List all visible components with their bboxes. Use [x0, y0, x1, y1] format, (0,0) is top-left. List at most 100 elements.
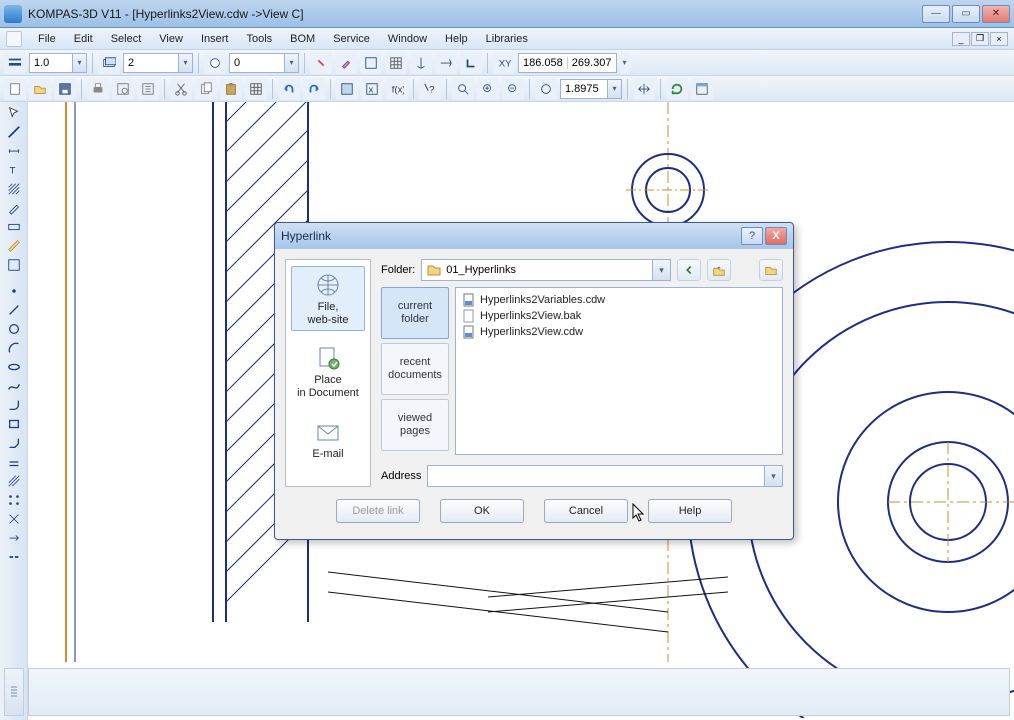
dimension-tool-icon[interactable] — [3, 142, 25, 160]
param-tool-icon[interactable] — [3, 218, 25, 236]
layer-combo[interactable] — [123, 53, 179, 73]
window-opts-icon[interactable] — [691, 78, 713, 100]
zoom-fit-icon[interactable] — [535, 78, 557, 100]
arc-tool-icon[interactable] — [3, 339, 25, 357]
print-icon[interactable] — [87, 78, 109, 100]
copy-icon[interactable] — [195, 78, 217, 100]
file-list[interactable]: Hyperlinks2Variables.cdw Hyperlinks2View… — [455, 287, 783, 455]
menu-libraries[interactable]: Libraries — [478, 30, 536, 48]
refresh-icon[interactable] — [666, 78, 688, 100]
undo-icon[interactable] — [278, 78, 300, 100]
nav-up-button[interactable] — [707, 259, 731, 281]
link-icon[interactable] — [310, 52, 332, 74]
manager-icon[interactable] — [336, 78, 358, 100]
tab-viewed-pages[interactable]: viewed pages — [381, 399, 449, 451]
ellipse-tool-icon[interactable] — [3, 358, 25, 376]
panel-grip[interactable] — [4, 668, 24, 716]
array-tool-icon[interactable] — [3, 491, 25, 509]
dialog-titlebar[interactable]: Hyperlink ? X — [275, 223, 793, 249]
text-tool-icon[interactable]: T — [3, 161, 25, 179]
break-tool-icon[interactable] — [3, 548, 25, 566]
measure-tool-icon[interactable] — [3, 237, 25, 255]
combo-arrow-icon[interactable]: ▾ — [652, 260, 670, 280]
menu-edit[interactable]: Edit — [66, 30, 101, 48]
close-button[interactable]: ✕ — [982, 5, 1010, 23]
zoom-combo[interactable] — [560, 79, 608, 99]
save-icon[interactable] — [54, 78, 76, 100]
combo-arrow[interactable]: ▾ — [73, 53, 87, 73]
help-button[interactable]: Help — [648, 499, 732, 523]
snap-h-icon[interactable] — [410, 52, 432, 74]
zoom-out-icon[interactable] — [502, 78, 524, 100]
menu-file[interactable]: File — [30, 30, 64, 48]
cursor-tool-icon[interactable] — [3, 104, 25, 122]
cut-icon[interactable] — [170, 78, 192, 100]
grid-icon[interactable] — [385, 52, 407, 74]
snap-v-icon[interactable] — [435, 52, 457, 74]
category-file-website[interactable]: File, web-site — [291, 266, 365, 331]
nav-back-button[interactable] — [677, 259, 701, 281]
mdi-restore[interactable]: ❐ — [971, 32, 989, 46]
new-icon[interactable] — [4, 78, 26, 100]
linewidth-icon[interactable] — [4, 52, 26, 74]
mdi-close[interactable]: × — [990, 32, 1008, 46]
tab-recent-documents[interactable]: recent documents — [381, 343, 449, 395]
whatsthis-icon[interactable]: ? — [419, 78, 441, 100]
file-item[interactable]: Hyperlinks2View.cdw — [460, 324, 778, 340]
hatch2-tool-icon[interactable] — [3, 472, 25, 490]
file-item[interactable]: Hyperlinks2View.bak — [460, 308, 778, 324]
menu-bom[interactable]: BOM — [282, 30, 323, 48]
file-item[interactable]: Hyperlinks2Variables.cdw — [460, 292, 778, 308]
library-tool-icon[interactable] — [3, 256, 25, 274]
dialog-close-button[interactable]: X — [765, 227, 787, 245]
category-place-in-document[interactable]: Place in Document — [291, 339, 365, 404]
menu-window[interactable]: Window — [380, 30, 435, 48]
linewidth-combo[interactable] — [29, 53, 73, 73]
point-tool-icon[interactable] — [3, 282, 25, 300]
combo-arrow[interactable]: ▾ — [608, 79, 622, 99]
line-tool-icon[interactable] — [3, 123, 25, 141]
tab-current-folder[interactable]: current folder — [381, 287, 449, 339]
layer-icon[interactable] — [98, 52, 120, 74]
cancel-button[interactable]: Cancel — [544, 499, 628, 523]
menu-tools[interactable]: Tools — [238, 30, 280, 48]
frame-icon[interactable] — [360, 52, 382, 74]
category-email[interactable]: E-mail — [291, 413, 365, 466]
menu-select[interactable]: Select — [103, 30, 150, 48]
mdi-minimize[interactable]: _ — [952, 32, 970, 46]
edit-tool-icon[interactable] — [3, 199, 25, 217]
brush-icon[interactable] — [335, 52, 357, 74]
address-input[interactable]: ▾ — [427, 465, 783, 487]
zoom-in-icon[interactable] — [477, 78, 499, 100]
fx-icon[interactable]: f(x) — [386, 78, 408, 100]
combo-arrow[interactable]: ▾ — [285, 53, 299, 73]
combo-arrow[interactable]: ▾ — [179, 53, 193, 73]
ortho-icon[interactable] — [460, 52, 482, 74]
drawing-canvas[interactable]: Hyperlink ? X File, web-site — [28, 102, 1014, 720]
preview-icon[interactable] — [112, 78, 134, 100]
pan-icon[interactable] — [633, 78, 655, 100]
properties-icon[interactable] — [137, 78, 159, 100]
menu-service[interactable]: Service — [325, 30, 378, 48]
extend-tool-icon[interactable] — [3, 529, 25, 547]
folder-combo[interactable]: 01_Hyperlinks ▾ — [421, 259, 671, 281]
segment-tool-icon[interactable] — [3, 301, 25, 319]
fillet-tool-icon[interactable] — [3, 396, 25, 414]
paste-icon[interactable] — [220, 78, 242, 100]
table-icon[interactable] — [245, 78, 267, 100]
combo-arrow-icon[interactable]: ▾ — [764, 466, 782, 486]
xy-icon[interactable]: XY — [493, 52, 515, 74]
trim-tool-icon[interactable] — [3, 510, 25, 528]
menu-insert[interactable]: Insert — [193, 30, 237, 48]
delete-link-button[interactable]: Delete link — [336, 499, 420, 523]
offset-tool-icon[interactable] — [3, 453, 25, 471]
state-icon[interactable] — [204, 52, 226, 74]
state-combo[interactable] — [229, 53, 285, 73]
variables-icon[interactable]: x — [361, 78, 383, 100]
ok-button[interactable]: OK — [440, 499, 524, 523]
redo-icon[interactable] — [303, 78, 325, 100]
zoom-window-icon[interactable] — [452, 78, 474, 100]
menu-help[interactable]: Help — [437, 30, 476, 48]
coord-menu-arrow[interactable]: ▾ — [620, 52, 630, 74]
mdi-doc-icon[interactable] — [6, 31, 22, 47]
